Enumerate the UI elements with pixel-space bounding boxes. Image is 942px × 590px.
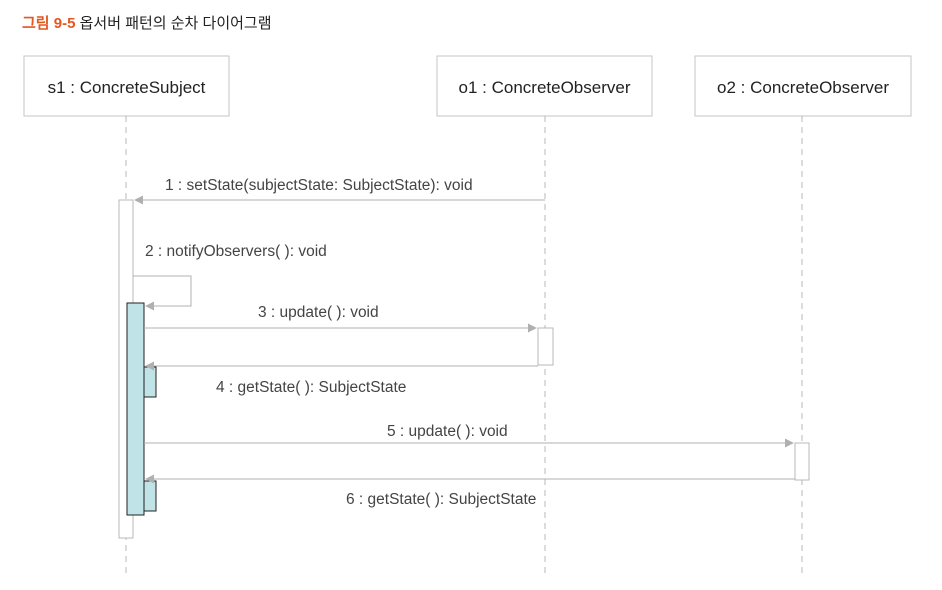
participant-s1: s1 : ConcreteSubject	[23, 55, 230, 117]
message-4-label: 4 : getState( ): SubjectState	[216, 379, 406, 396]
message-2-label: 2 : notifyObservers( ): void	[145, 243, 327, 260]
participant-s1-label: s1 : ConcreteSubject	[48, 78, 206, 97]
message-2-arrow	[133, 275, 192, 311]
participant-o1: o1 : ConcreteObserver	[436, 55, 653, 117]
activation-s1-getstate-2	[143, 480, 157, 512]
message-5-label: 5 : update( ): void	[387, 423, 508, 440]
participant-o2-label: o2 : ConcreteObserver	[717, 78, 889, 97]
activation-s1-inner	[126, 302, 145, 516]
activation-o1	[537, 327, 554, 366]
message-6-label: 6 : getState( ): SubjectState	[346, 491, 536, 508]
activation-o2	[794, 442, 810, 481]
message-1-label: 1 : setState(subjectState: SubjectState)…	[165, 177, 473, 194]
participant-o1-label: o1 : ConcreteObserver	[459, 78, 631, 97]
participant-o2: o2 : ConcreteObserver	[694, 55, 912, 117]
sequence-diagram: s1 : ConcreteSubject o1 : ConcreteObserv…	[23, 55, 912, 578]
message-3-label: 3 : update( ): void	[258, 304, 379, 321]
activation-s1-getstate-1	[143, 366, 157, 398]
figure: 그림 9-5 옵서버 패턴의 순차 다이어그램 s1 : ConcreteSub…	[0, 0, 942, 590]
